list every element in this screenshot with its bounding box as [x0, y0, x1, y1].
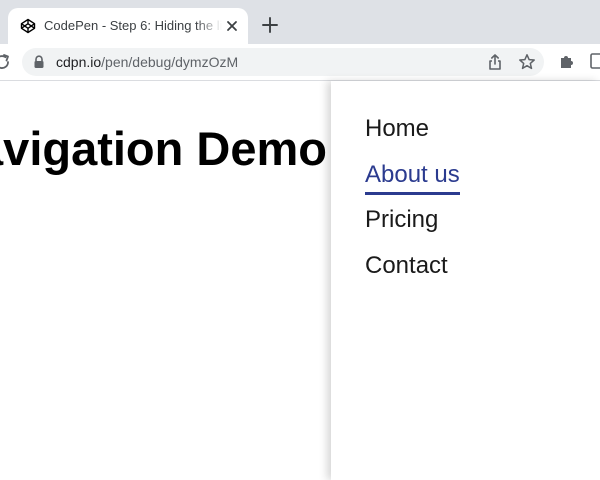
url-text[interactable]: cdpn.io/pen/debug/dymzOzM	[56, 53, 238, 71]
browser-toolbar: cdpn.io/pen/debug/dymzOzM	[0, 44, 600, 81]
nav-item-home: Home	[365, 114, 460, 160]
lock-icon[interactable]	[33, 55, 45, 69]
tab-title: CodePen - Step 6: Hiding the list	[44, 18, 222, 33]
url-host: cdpn.io	[56, 54, 102, 70]
browser-window: CodePen - Step 6: Hiding the list cdpn.i…	[0, 0, 600, 480]
nav-link-home[interactable]: Home	[365, 114, 429, 146]
reload-icon[interactable]	[0, 52, 12, 72]
nav-item-pricing: Pricing	[365, 205, 460, 251]
codepen-icon	[20, 18, 36, 34]
page-content: Navigation Demo Home About us Pricing Co…	[0, 81, 600, 480]
plus-icon[interactable]	[259, 14, 281, 36]
puzzle-icon[interactable]	[558, 52, 576, 70]
nav-item-about-us: About us	[365, 160, 460, 206]
navigation-panel: Home About us Pricing Contact	[331, 81, 600, 480]
nav-item-contact: Contact	[365, 251, 460, 297]
nav-link-about-us[interactable]: About us	[365, 160, 460, 195]
page-title: Navigation Demo	[0, 122, 327, 175]
star-icon[interactable]	[518, 53, 536, 71]
address-bar[interactable]: cdpn.io/pen/debug/dymzOzM	[22, 48, 544, 76]
tab-strip: CodePen - Step 6: Hiding the list	[0, 0, 600, 44]
side-panel-icon[interactable]	[590, 53, 600, 69]
nav-link-contact[interactable]: Contact	[365, 251, 448, 283]
nav-list: Home About us Pricing Contact	[365, 114, 460, 296]
close-icon[interactable]	[222, 16, 242, 36]
url-path: /pen/debug/dymzOzM	[101, 54, 239, 70]
nav-link-pricing[interactable]: Pricing	[365, 205, 438, 237]
tab-codepen[interactable]: CodePen - Step 6: Hiding the list	[8, 8, 248, 44]
share-icon[interactable]	[486, 53, 504, 71]
